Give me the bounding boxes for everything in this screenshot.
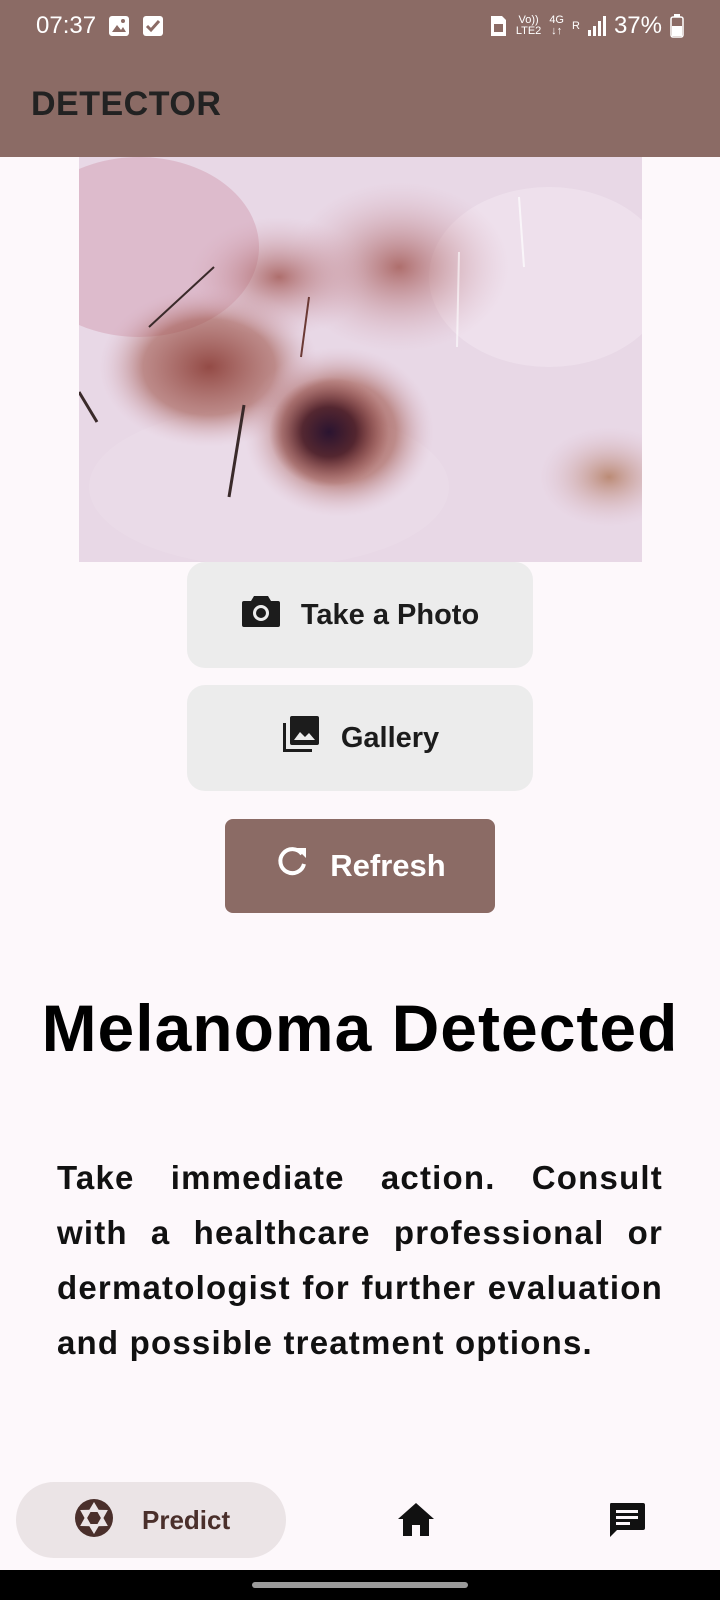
gallery-notification-icon xyxy=(108,15,130,37)
refresh-icon xyxy=(274,844,310,888)
nav-item-home[interactable] xyxy=(396,1500,436,1540)
check-notification-icon xyxy=(142,15,164,37)
take-photo-label: Take a Photo xyxy=(300,598,480,631)
nav-predict-label: Predict xyxy=(142,1504,231,1535)
camera-shutter-icon xyxy=(74,1498,114,1543)
status-time: 07:37 xyxy=(36,12,97,39)
nav-item-predict[interactable]: Predict xyxy=(16,1482,286,1558)
gesture-bar xyxy=(0,1570,720,1600)
chat-icon xyxy=(607,1503,647,1544)
nav-item-chat[interactable] xyxy=(607,1500,647,1540)
result-title: Melanoma Detected xyxy=(41,991,679,1065)
network-label: Vo)) LTE2 xyxy=(515,14,542,37)
home-icon xyxy=(396,1503,436,1544)
lesion-image xyxy=(79,157,642,562)
status-bar: 07:37 Vo)) LTE2 4G ↓↑ R 37% xyxy=(0,0,720,52)
bottom-navigation: Predict xyxy=(0,1470,720,1570)
battery-icon xyxy=(670,14,684,38)
app-title: DETECTOR xyxy=(31,85,222,123)
network-type: 4G ↓↑ xyxy=(549,14,564,37)
home-gesture-handle[interactable] xyxy=(252,1582,468,1588)
battery-percent: 37% xyxy=(613,12,662,39)
refresh-button[interactable]: Refresh xyxy=(225,819,495,913)
photo-library-icon xyxy=(281,714,321,762)
take-photo-button[interactable]: Take a Photo xyxy=(187,562,533,668)
gallery-label: Gallery xyxy=(340,721,440,754)
camera-icon xyxy=(241,594,281,636)
roaming-indicator: R xyxy=(572,19,580,32)
app-bar: DETECTOR xyxy=(0,52,720,157)
signal-icon xyxy=(587,16,606,36)
refresh-label: Refresh xyxy=(330,848,446,883)
sim-icon xyxy=(488,15,508,37)
result-description: Take immediate action. Consult with a he… xyxy=(57,1159,663,1361)
gallery-button[interactable]: Gallery xyxy=(187,685,533,791)
